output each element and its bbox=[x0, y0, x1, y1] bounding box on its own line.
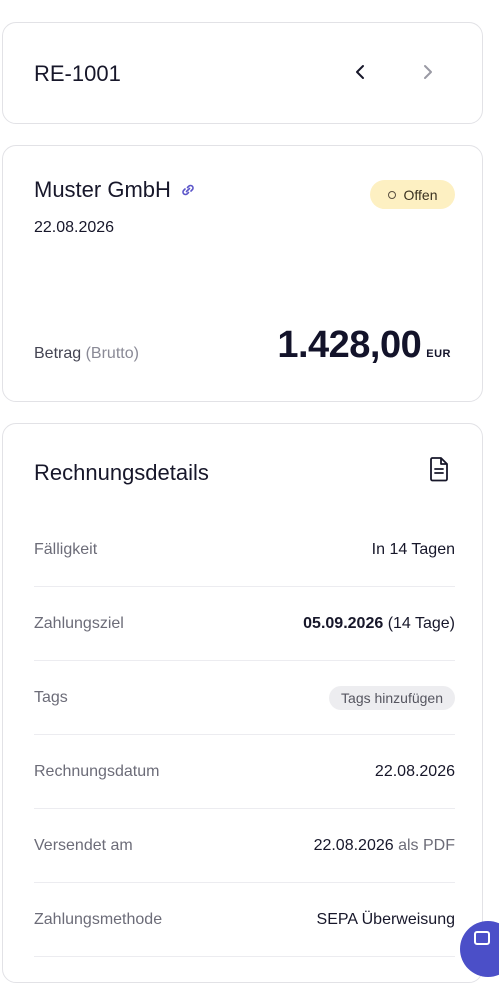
detail-row-zahlungsziel: Zahlungsziel 05.09.2026 (14 Tage) bbox=[34, 587, 455, 661]
detail-row-faelligkeit: Fälligkeit In 14 Tagen bbox=[34, 513, 455, 587]
chevron-right-icon bbox=[424, 65, 432, 79]
customer-name: Muster GmbH bbox=[34, 177, 197, 203]
due-days: (14 Tage) bbox=[387, 614, 455, 632]
status-dot-icon bbox=[387, 190, 396, 199]
amount-label-suffix: (Brutto) bbox=[85, 345, 139, 362]
status-label: Offen bbox=[403, 186, 438, 203]
details-list: Fälligkeit In 14 Tagen Zahlungsziel 05.0… bbox=[34, 513, 455, 957]
due-date: 05.09.2026 bbox=[303, 614, 384, 632]
status-badge: Offen bbox=[370, 180, 455, 209]
amount-label-text: Betrag bbox=[34, 345, 82, 362]
invoice-date: 22.08.2026 bbox=[34, 219, 115, 236]
sent-date: 22.08.2026 bbox=[313, 836, 394, 854]
previous-button[interactable] bbox=[347, 58, 375, 86]
chevron-left-icon bbox=[356, 65, 364, 79]
currency: EUR bbox=[426, 348, 451, 360]
add-tags-button[interactable]: Tags hinzufügen bbox=[329, 685, 455, 710]
summary-card: Muster GmbH 22.08.2026 Offen Betrag (Bru… bbox=[2, 145, 483, 402]
document-icon[interactable] bbox=[427, 455, 451, 483]
row-label: Rechnungsdatum bbox=[34, 762, 160, 780]
row-value: 05.09.2026 (14 Tage) bbox=[303, 615, 455, 633]
next-button[interactable] bbox=[413, 58, 441, 86]
row-value: 22.08.2026 als PDF bbox=[314, 837, 455, 855]
details-card: Rechnungsdetails Fälligkeit In 14 Tagen … bbox=[2, 423, 483, 983]
customer-label: Muster GmbH bbox=[34, 177, 171, 202]
amount-value: 1.428,00 bbox=[277, 324, 422, 366]
detail-row-tags: Tags Tags hinzufügen bbox=[34, 661, 455, 735]
chat-icon bbox=[474, 931, 490, 945]
row-value: In 14 Tagen bbox=[371, 540, 455, 558]
row-label: Versendet am bbox=[34, 836, 133, 854]
amount-label: Betrag (Brutto) bbox=[34, 345, 139, 363]
row-label: Tags bbox=[34, 688, 68, 706]
link-icon[interactable] bbox=[179, 181, 197, 199]
amount: 1.428,00 EUR bbox=[277, 324, 451, 367]
document-id: RE-1001 bbox=[34, 61, 121, 86]
detail-row-versendet: Versendet am 22.08.2026 als PDF bbox=[34, 809, 455, 883]
row-value: 22.08.2026 bbox=[374, 762, 455, 780]
row-label: Fälligkeit bbox=[34, 540, 98, 558]
sent-format: als PDF bbox=[398, 836, 455, 854]
header-card: RE-1001 bbox=[2, 22, 483, 124]
detail-row-rechnungsdatum: Rechnungsdatum 22.08.2026 bbox=[34, 735, 455, 809]
section-title: Rechnungsdetails bbox=[34, 460, 209, 485]
row-value: SEPA Überweisung bbox=[316, 910, 455, 928]
detail-row-zahlungsmethode: Zahlungsmethode SEPA Überweisung bbox=[34, 883, 455, 957]
row-label: Zahlungsziel bbox=[34, 614, 124, 632]
row-label: Zahlungsmethode bbox=[34, 910, 163, 928]
